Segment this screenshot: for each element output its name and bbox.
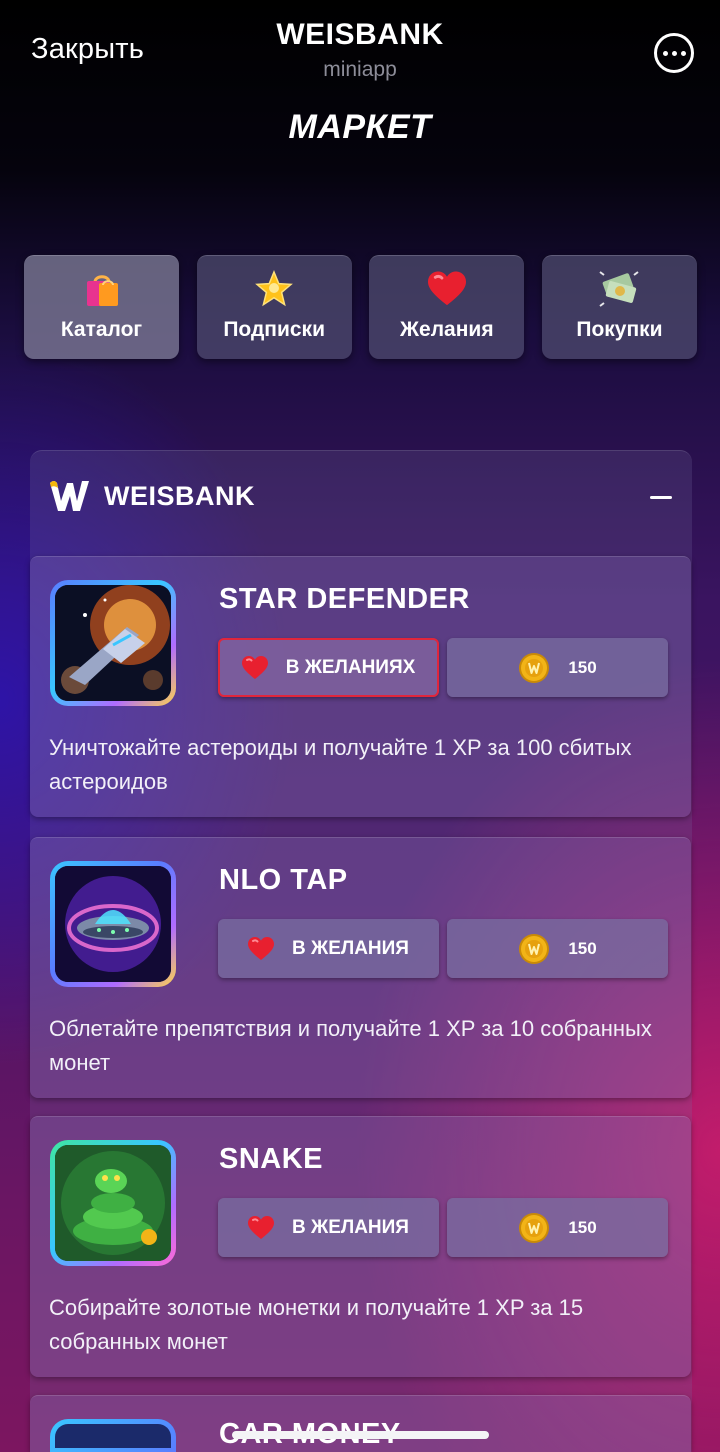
heart-icon [248, 937, 274, 961]
page-title: МАРКЕТ [288, 108, 432, 146]
wishlist-button[interactable]: В ЖЕЛАНИЯ [218, 919, 439, 978]
game-card: STAR DEFENDER В ЖЕЛАНИЯХ 150 Уничтожайте… [30, 556, 691, 817]
game-card: SNAKE В ЖЕЛАНИЯ 150 Собирайте золотые мо… [30, 1116, 691, 1377]
coin-icon [518, 652, 550, 684]
game-card: CAR MONEY [30, 1395, 691, 1452]
wishlist-button[interactable]: В ЖЕЛАНИЯХ [218, 638, 439, 697]
top-bar: Закрыть WEISBANK miniapp [0, 0, 720, 110]
tab-label: Подписки [223, 318, 325, 341]
game-card: NLO TAP В ЖЕЛАНИЯ 150 Облетайте препятст… [30, 837, 691, 1098]
game-description: Облетайте препятствия и получайте 1 XP з… [49, 1016, 652, 1075]
game-thumbnail[interactable] [50, 580, 176, 706]
heart-icon [248, 1216, 274, 1240]
section-header[interactable]: WEISBANK [30, 451, 692, 545]
tab-wishes[interactable]: Желания [369, 255, 525, 359]
wishlist-label: В ЖЕЛАНИЯ [292, 1216, 409, 1238]
coin-icon [518, 933, 550, 965]
wishlist-label: В ЖЕЛАНИЯХ [285, 656, 416, 678]
shopping-bag-icon [80, 269, 124, 309]
tab-label: Желания [400, 318, 494, 341]
app-title: WEISBANK [276, 18, 444, 51]
money-icon [597, 269, 641, 309]
game-description: Собирайте золотые монетки и получайте 1 … [49, 1295, 584, 1354]
game-thumbnail[interactable] [50, 861, 176, 987]
weisbank-logo-icon [48, 479, 90, 513]
game-title: NLO TAP [219, 864, 348, 896]
tab-catalog[interactable]: Каталог [24, 255, 179, 359]
tab-subscriptions[interactable]: Подписки [196, 255, 352, 359]
game-thumbnail[interactable] [50, 1140, 176, 1266]
game-thumbnail[interactable] [50, 1419, 176, 1452]
buy-button[interactable]: 150 [447, 638, 668, 697]
price-label: 150 [568, 1217, 597, 1237]
minus-icon[interactable] [650, 496, 672, 499]
market-tabs: Каталог Подписки Желания Покупки [24, 255, 697, 359]
tab-purchases[interactable]: Покупки [541, 255, 697, 359]
wishlist-button[interactable]: В ЖЕЛАНИЯ [218, 1198, 439, 1257]
section-brand: WEISBANK [104, 481, 255, 511]
buy-button[interactable]: 150 [447, 1198, 668, 1257]
wishlist-label: В ЖЕЛАНИЯ [292, 937, 409, 959]
game-description: Уничтожайте астероиды и получайте 1 XP з… [49, 735, 632, 794]
heart-icon [242, 656, 268, 680]
tab-label: Каталог [60, 318, 143, 341]
heart-icon [425, 269, 469, 309]
home-indicator[interactable] [232, 1431, 489, 1439]
app-subtitle: miniapp [323, 58, 397, 81]
buy-button[interactable]: 150 [447, 919, 668, 978]
game-title: STAR DEFENDER [219, 583, 470, 615]
price-label: 150 [568, 657, 597, 677]
game-title: SNAKE [219, 1143, 324, 1175]
price-label: 150 [568, 938, 597, 958]
more-icon[interactable] [654, 33, 694, 73]
star-icon [252, 269, 296, 309]
coin-icon [518, 1212, 550, 1244]
tab-label: Покупки [576, 318, 663, 341]
